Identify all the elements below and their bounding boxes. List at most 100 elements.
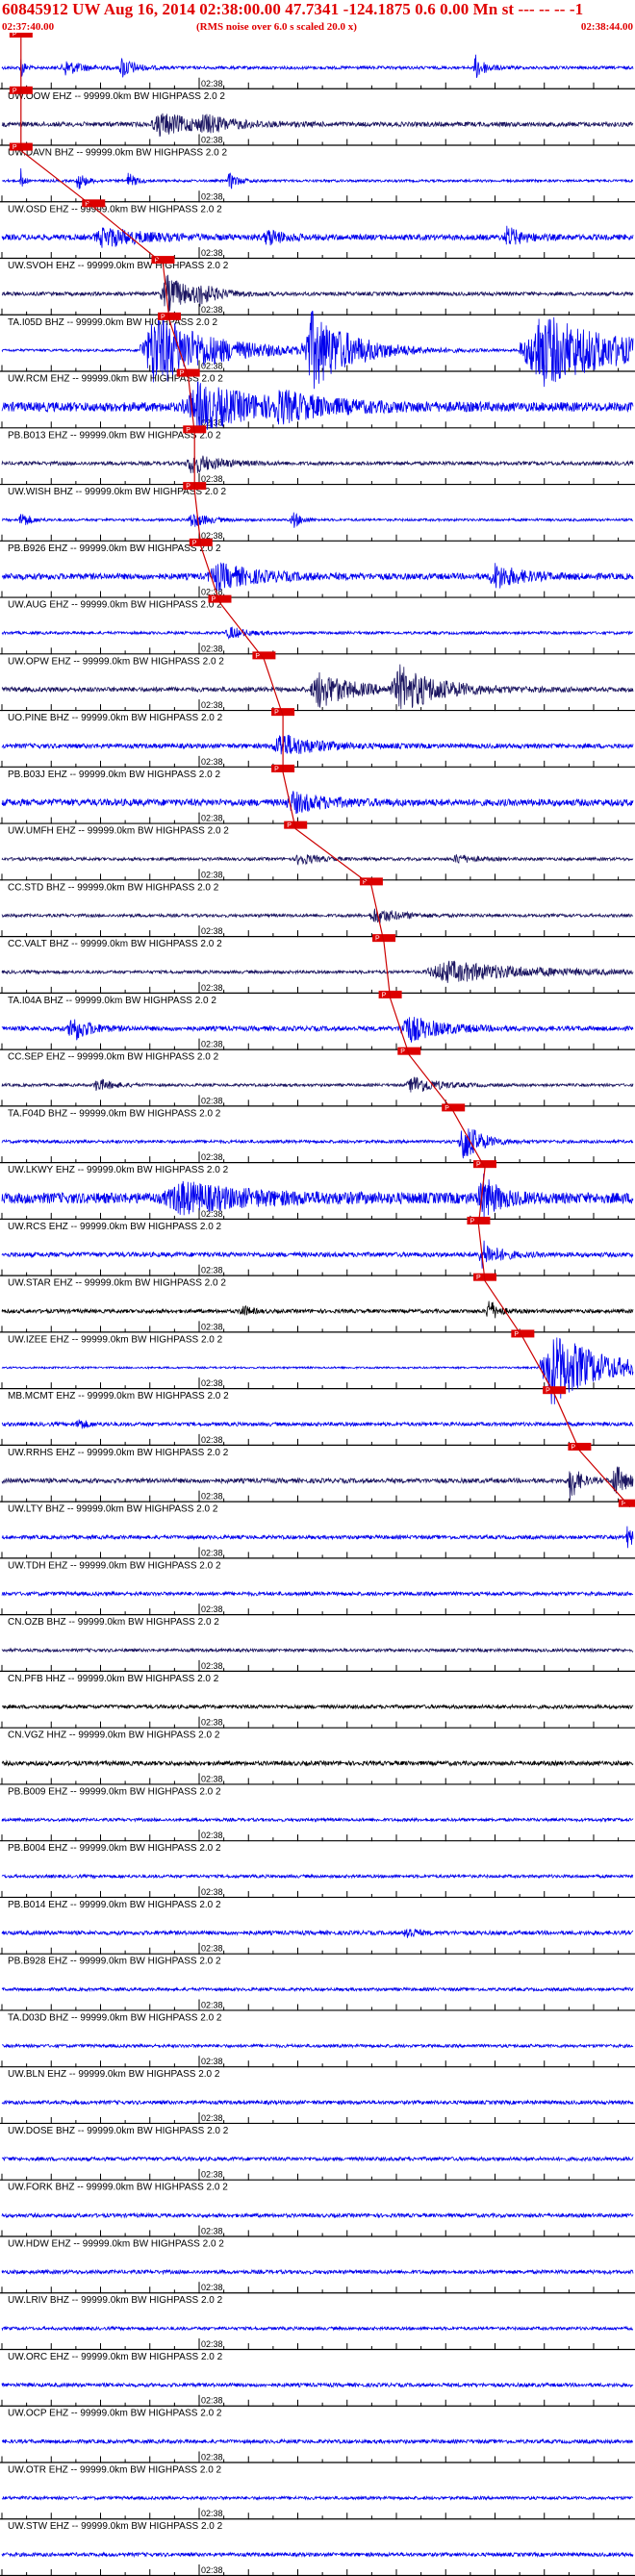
station-label: UW.LTY BHZ -- 99999.0km BW HIGHPASS 2.0 … [8, 1504, 218, 1515]
station-label: CN.VGZ HHZ -- 99999.0km BW HIGHPASS 2.0 … [8, 1730, 220, 1741]
waveform-trace [1, 2437, 633, 2445]
trace-row: 02:38 PB.B014 EHZ -- 99999.0km BW HIGHPAS… [0, 1900, 635, 1955]
station-label: UW.IZEE EHZ -- 99999.0km BW HIGHPASS 2.0… [8, 1334, 223, 1345]
minute-label: 02:38 [201, 1266, 223, 1275]
trace-row: 02:38 UW.LTY BHZ -- 99999.0km BW HIGHPASS… [0, 1499, 635, 1559]
minute-label: 02:38 [201, 1774, 223, 1783]
event-title: 60845912 UW Aug 16, 2014 02:38:00.00 47.… [2, 0, 584, 18]
trace-row: 02:38 UW.RCS EHZ -- 99999.0km BW HIGHPASS… [0, 1216, 635, 1276]
station-label: PB.B928 EHZ -- 99999.0km BW HIGHPASS 2.0… [8, 1957, 221, 1967]
minute-label: 02:38 [201, 644, 223, 653]
station-label: MB.MCMT EHZ -- 99999.0km BW HIGHPASS 2.0… [8, 1391, 229, 1402]
pick-label: P [382, 992, 387, 998]
minute-label: 02:38 [201, 2283, 223, 2292]
trace-row: 02:38 PB.B03J EHZ -- 99999.0km BW HIGHPAS… [0, 764, 635, 824]
trace-row: 02:38 UW.ORC EHZ -- 99999.0km BW HIGHPASS… [0, 2352, 635, 2407]
station-label: UW.DAVN BHZ -- 99999.0km BW HIGHPASS 2.0… [8, 148, 227, 159]
station-label: PB.B009 EHZ -- 99999.0km BW HIGHPASS 2.0… [8, 1786, 221, 1797]
minute-label: 02:38 [201, 191, 223, 201]
station-label: UW.OOW EHZ -- 99999.0km BW HIGHPASS 2.0 … [8, 91, 225, 102]
pick-label: P [514, 1331, 519, 1338]
waveform-trace [1, 2155, 634, 2162]
waveform-trace [1, 2551, 634, 2559]
station-label: TA.I05D BHZ -- 99999.0km BW HIGHPASS 2.0… [8, 317, 217, 328]
minute-label: 02:38 [201, 700, 223, 710]
station-label: TA.F04D BHZ -- 99999.0km BW HIGHPASS 2.0… [8, 1108, 221, 1119]
minute-label: 02:38 [201, 1378, 223, 1388]
pick-label: P [546, 1388, 550, 1395]
station-label: UW.OPW EHZ -- 99999.0km BW HIGHPASS 2.0 … [8, 656, 224, 667]
waveform-trace [1, 2211, 634, 2219]
pick-label: P [180, 370, 185, 377]
trace-row: 02:38PB.B926 EHZ -- 99999.0km BW HIGHPAS… [0, 538, 635, 598]
trace-row: 02:38UW.LKWY EHZ -- 99999.0km BW HIGHPAS… [0, 1160, 635, 1220]
station-label: UW.TDH EHZ -- 99999.0km BW HIGHPASS 2.0 … [8, 1560, 221, 1571]
waveform-trace [1, 1873, 634, 1880]
trace-row: 02:38 UW.BLN EHZ -- 99999.0km BW HIGHPASS… [0, 2069, 635, 2125]
minute-label: 02:38 [201, 2000, 223, 2009]
waveform-trace [1, 1301, 634, 1319]
station-label: UW.HDW EHZ -- 99999.0km BW HIGHPASS 2.0 … [8, 2238, 224, 2249]
station-label: UW.UMFH EHZ -- 99999.0km BW HIGHPASS 2.0… [8, 826, 229, 837]
trace-row: 02:38 UW.LRIV BHZ -- 99999.0km BW HIGHPAS… [0, 2295, 635, 2351]
rms-note: (RMS noise over 6.0 s scaled 20.0 x) [196, 21, 357, 33]
station-label: PB.B926 EHZ -- 99999.0km BW HIGHPASS 2.0… [8, 543, 221, 554]
waveform-trace [1, 1174, 634, 1220]
waveform-trace [1, 1590, 634, 1598]
pick-label: P [186, 427, 190, 434]
pick-label: P [161, 314, 165, 320]
waveform-trace [1, 225, 634, 248]
waveform-trace [1, 2099, 634, 2107]
start-time: 02:37:40.00 [2, 21, 55, 33]
trace-row: 02:38 UW.OCP EHZ -- 99999.0km BW HIGHPASS… [0, 2409, 635, 2463]
waveform-trace [1, 1466, 634, 1502]
waveform-trace [1, 1526, 634, 1549]
pick-label: P [192, 540, 197, 546]
record-header: 60845912 UW Aug 16, 2014 02:38:00.00 47.… [0, 0, 635, 33]
station-label: UW.OSD EHZ -- 99999.0km BW HIGHPASS 2.0 … [8, 204, 222, 215]
trace-row: 02:38 CN.VGZ HHZ -- 99999.0km BW HIGHPASS… [0, 1730, 635, 1785]
waveform-trace [1, 274, 634, 312]
trace-row: 02:38 UW.STAR EHZ -- 99999.0km BW HIGHPAS… [0, 1273, 635, 1333]
trace-row: 02:38 CN.OZB BHZ -- 99999.0km BW HIGHPASS… [0, 1617, 635, 1673]
trace-row: 02:38 PB.B928 EHZ -- 99999.0km BW HIGHPAS… [0, 1957, 635, 2011]
waveform-trace [1, 2268, 634, 2276]
station-label: UW.LKWY EHZ -- 99999.0km BW HIGHPASS 2.0… [8, 1165, 229, 1175]
pick-label: P [211, 596, 216, 603]
station-label: UW.AUG EHZ -- 99999.0km BW HIGHPASS 2.0 … [8, 600, 222, 611]
pick-label: P [274, 766, 279, 772]
minute-label: 02:38 [201, 248, 223, 258]
waveform-trace [2, 2042, 634, 2050]
seismogram-panel: 02:38 P 02:38 UW.OOW EHZ -- 99999.0km BW HI… [0, 33, 635, 2576]
minute-label: 02:38 [201, 1831, 223, 1840]
station-label: TA.I04A BHZ -- 99999.0km BW HIGHPASS 2.0… [8, 996, 216, 1006]
waveform-trace [1, 734, 634, 755]
trace-row: 02:38 UW.UMFH EHZ -- 99999.0km BW HIGHPAS… [0, 821, 635, 881]
station-label: CN.PFB HHZ -- 99999.0km BW HIGHPASS 2.0 … [8, 1674, 219, 1684]
trace-row: 02:38 UW.FORK BHZ -- 99999.0km BW HIGHPAS… [0, 2183, 635, 2237]
station-label: UW.ORC EHZ -- 99999.0km BW HIGHPASS 2.0 … [8, 2352, 223, 2362]
minute-label: 02:38 [201, 1435, 223, 1445]
end-time: 02:38:44.00 [580, 21, 633, 33]
minute-label: 02:38 [201, 1492, 223, 1502]
minute-label: 02:38 [201, 2509, 223, 2518]
trace-row: 02:38 UO.PINE BHZ -- 99999.0km BW HIGHPAS… [0, 708, 635, 768]
minute-label: 02:38 [201, 1944, 223, 1954]
waveform-trace [1, 2494, 634, 2502]
waveform-trace [1, 1240, 634, 1269]
waveform-trace [1, 1986, 634, 1993]
minute-label: 02:38 [201, 305, 223, 315]
trace-row: 02:38 UW.OPW EHZ -- 99999.0km BW HIGHPASS… [0, 651, 635, 712]
waveform-trace [1, 664, 634, 710]
trace-row: 02:38 UW.OTR EHZ -- 99999.0km BW HIGHPASS… [0, 2464, 635, 2520]
minute-label: 02:38 [201, 2452, 223, 2462]
waveform-trace [1, 1128, 634, 1159]
station-label: CC.STD BHZ -- 99999.0km BW HIGHPASS 2.0 … [8, 882, 219, 893]
waveform-trace [1, 1928, 634, 1938]
waveform-trace [1, 1017, 634, 1043]
minute-label: 02:38 [201, 2565, 223, 2575]
minute-label: 02:38 [201, 1887, 223, 1897]
trace-row: 02:38 TA.F04D BHZ -- 99999.0km BW HIGHPAS… [0, 1103, 635, 1164]
minute-label: 02:38 [201, 2057, 223, 2066]
pick-label: P [571, 1444, 575, 1451]
